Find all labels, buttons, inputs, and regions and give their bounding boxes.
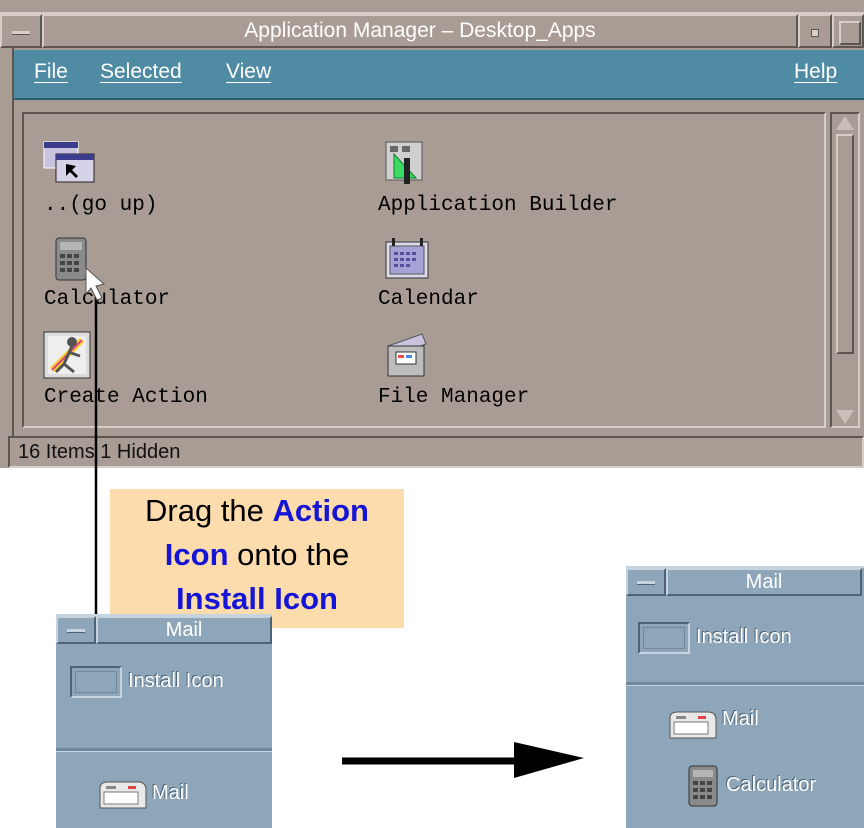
callout-highlight: Action xyxy=(272,493,369,528)
icon-create-action[interactable]: Create Action xyxy=(40,330,280,414)
menu-selected[interactable]: Selected xyxy=(100,60,182,84)
transition-arrow-icon xyxy=(342,742,584,778)
mail-icon xyxy=(99,781,147,809)
subpanel-item-mail[interactable]: Mail xyxy=(94,776,244,816)
minimize-icon xyxy=(811,29,819,37)
subpanel-title: Mail xyxy=(96,616,272,644)
subpanel-title-bar[interactable]: Mail xyxy=(56,614,272,644)
install-icon-label: Install Icon xyxy=(128,670,224,692)
install-icon-drop-zone[interactable] xyxy=(638,622,690,654)
icon-application-builder[interactable]: Application Builder xyxy=(376,138,696,222)
instruction-callout: Drag the Action Icon onto the Install Ic… xyxy=(110,489,404,628)
subpanel-close-button[interactable] xyxy=(626,568,666,596)
menu-file[interactable]: File xyxy=(34,60,68,84)
subpanel-item-label: Calculator xyxy=(726,774,817,796)
calendar-icon xyxy=(385,238,429,279)
scroll-down-arrow-icon[interactable] xyxy=(836,410,854,424)
icon-file-manager[interactable]: File Manager xyxy=(376,330,596,414)
mail-subpanel-before: Mail Install Icon Mail xyxy=(56,614,272,828)
subpanel-close-button[interactable] xyxy=(56,616,96,644)
scroll-up-arrow-icon[interactable] xyxy=(836,116,854,130)
icon-label: Calculator xyxy=(44,288,171,311)
icon-label: Create Action xyxy=(44,386,208,409)
icon-label: ..(go up) xyxy=(44,194,158,217)
subpanel-item-label: Mail xyxy=(152,782,189,804)
callout-text: onto the xyxy=(237,537,350,572)
application-builder-icon xyxy=(385,141,423,184)
minimize-button[interactable] xyxy=(798,14,832,48)
status-text: 16 Items 1 Hidden xyxy=(18,441,181,463)
subpanel-title-bar[interactable]: Mail xyxy=(626,566,864,596)
callout-highlight: Install Icon xyxy=(176,581,338,616)
maximize-icon xyxy=(839,21,861,45)
icon-label: File Manager xyxy=(378,386,530,409)
status-bar: 16 Items 1 Hidden xyxy=(8,436,864,468)
create-action-icon xyxy=(43,331,91,379)
subpanel-item-label: Mail xyxy=(722,708,759,730)
calculator-icon xyxy=(55,237,87,281)
icon-go-up[interactable]: ..(go up) xyxy=(40,140,200,222)
mail-subpanel-after: Mail Install Icon Mail Calculator xyxy=(626,566,864,828)
install-icon-label: Install Icon xyxy=(696,626,792,648)
subpanel-title: Mail xyxy=(666,568,862,596)
subpanel-divider xyxy=(56,748,272,752)
calculator-icon xyxy=(688,765,718,807)
folder-up-icon xyxy=(43,141,95,183)
window-frame-left xyxy=(0,48,14,468)
icon-calendar[interactable]: Calendar xyxy=(376,234,556,314)
mail-icon xyxy=(669,711,717,739)
subpanel-close-icon xyxy=(637,581,655,585)
install-icon-drop-zone[interactable] xyxy=(70,666,122,698)
subpanel-item-calculator[interactable]: Calculator xyxy=(686,764,856,810)
window-menu-icon xyxy=(12,31,30,35)
subpanel-close-icon xyxy=(67,629,85,633)
vertical-scrollbar[interactable] xyxy=(830,112,860,428)
icon-calculator[interactable]: Calculator xyxy=(40,234,220,314)
scrollbar-thumb[interactable] xyxy=(836,134,854,354)
callout-highlight: Icon xyxy=(164,537,229,572)
subpanel-divider xyxy=(626,682,864,686)
menu-bar: File Selected View Help xyxy=(14,50,864,100)
window-menu-button[interactable] xyxy=(0,14,42,48)
maximize-button[interactable] xyxy=(832,14,864,48)
title-bar[interactable]: Application Manager – Desktop_Apps xyxy=(0,12,864,48)
file-manager-icon xyxy=(387,333,427,377)
subpanel-item-mail[interactable]: Mail xyxy=(664,706,814,746)
icon-label: Calendar xyxy=(378,288,479,311)
icon-label: Application Builder xyxy=(378,194,618,217)
menu-help[interactable]: Help xyxy=(794,60,837,84)
callout-text: Drag the xyxy=(145,493,264,528)
menu-view[interactable]: View xyxy=(226,60,271,84)
application-manager-window: Application Manager – Desktop_Apps File … xyxy=(0,0,864,468)
window-title: Application Manager – Desktop_Apps xyxy=(42,14,798,48)
